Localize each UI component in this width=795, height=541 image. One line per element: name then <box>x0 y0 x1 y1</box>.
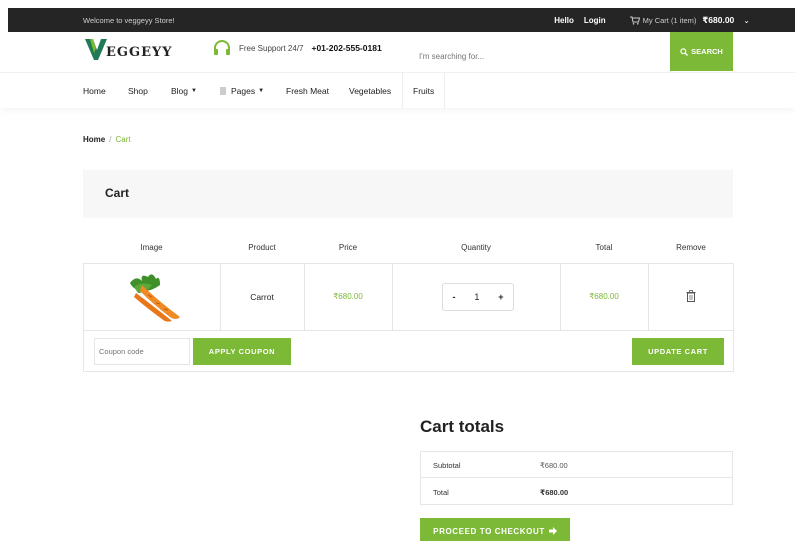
quantity-value[interactable]: 1 <box>474 292 479 302</box>
mini-cart-label: My Cart (1 item) <box>642 15 697 25</box>
logo-text: EGGEYY <box>106 45 173 60</box>
top-bar: Welcome to veggeyy Store! Hello Login My… <box>8 8 795 32</box>
total-label: Total <box>433 488 449 497</box>
caret-down-icon: ▼ <box>191 88 197 94</box>
nav-item-blog[interactable]: Blog ▼ <box>171 73 197 109</box>
subtotal-value: ₹680.00 <box>540 461 568 470</box>
nav-item-vegetables[interactable]: Vegetables <box>349 73 391 109</box>
nav-label: Blog <box>171 86 189 96</box>
total-value: ₹680.00 <box>540 488 569 497</box>
apply-coupon-button[interactable]: APPLY COUPON <box>193 338 291 365</box>
cart-totals-table: Subtotal ₹680.00 Total ₹680.00 <box>420 451 733 505</box>
welcome-text: Welcome to veggeyy Store! <box>83 15 175 25</box>
column-header-product: Product <box>248 243 276 252</box>
nav-label: Shop <box>128 86 148 96</box>
support-block: Free Support 24/7 +01-202-555-0181 <box>213 40 382 56</box>
login-link[interactable]: Login <box>584 16 606 25</box>
search-button[interactable]: SEARCH <box>670 32 733 71</box>
column-header-price: Price <box>338 243 358 252</box>
support-text: Free Support 24/7 <box>239 43 304 53</box>
nav-divider <box>402 73 403 109</box>
arrow-right-icon <box>548 527 557 535</box>
cart-icon <box>629 16 640 25</box>
nav-item-fruits[interactable]: Fruits <box>413 73 434 109</box>
trash-icon[interactable] <box>686 290 696 302</box>
cart-totals-title: Cart totals <box>420 417 505 436</box>
column-header-image: Image <box>140 243 163 252</box>
breadcrumb-separator: / <box>109 135 112 144</box>
decrement-button[interactable]: - <box>452 292 455 302</box>
cell-divider <box>648 263 649 331</box>
column-header-quantity: Quantity <box>461 243 491 252</box>
column-header-total: Total <box>595 243 613 252</box>
logo[interactable]: EGGEYY <box>84 35 173 61</box>
nav-item-home[interactable]: Home <box>83 73 106 109</box>
search-icon <box>680 47 689 56</box>
subtotal-row: Subtotal ₹680.00 <box>421 452 732 478</box>
main-nav: Home Shop Blog ▼ Pages ▼ Fresh Meat Vegeta… <box>0 72 795 109</box>
total-row: Total ₹680.00 <box>421 479 732 505</box>
search-input[interactable] <box>405 40 670 72</box>
hello-link[interactable]: Hello <box>554 16 574 25</box>
product-name[interactable]: Carrot <box>220 292 304 302</box>
cart-title-box: Cart <box>83 170 733 218</box>
proceed-to-checkout-button[interactable]: PROCEED TO CHECKOUT <box>420 518 570 541</box>
update-cart-button[interactable]: UPDATE CART <box>632 338 724 365</box>
headset-icon <box>214 40 230 55</box>
line-total: ₹680.00 <box>589 292 619 301</box>
increment-button[interactable]: + <box>498 292 503 302</box>
quantity-stepper[interactable]: - 1 + <box>442 283 514 311</box>
nav-label: Vegetables <box>349 86 392 96</box>
carrot-product-image <box>130 274 180 322</box>
nav-item-fresh-meat[interactable]: Fresh Meat <box>286 73 329 109</box>
nav-label: Home <box>83 86 106 96</box>
nav-label: Pages <box>231 86 256 96</box>
coupon-code-input[interactable] <box>94 338 190 365</box>
column-header-remove: Remove <box>676 243 706 252</box>
nav-item-shop[interactable]: Shop <box>128 73 148 109</box>
logo-v-icon <box>85 39 107 60</box>
page-icon <box>220 87 226 95</box>
mini-cart-amount: ₹680.00 <box>702 14 735 25</box>
chevron-down-icon[interactable]: ⌄ <box>743 16 750 25</box>
mini-cart[interactable]: My Cart (1 item) ₹680.00 ⌄ <box>629 14 750 26</box>
breadcrumb: Home / Cart <box>83 135 131 144</box>
nav-label: Fruits <box>413 86 435 96</box>
page-title: Cart <box>105 186 130 200</box>
nav-label: Fresh Meat <box>286 86 329 96</box>
nav-divider <box>444 73 445 109</box>
checkout-label: PROCEED TO CHECKOUT <box>433 526 545 536</box>
cell-divider <box>392 263 393 331</box>
search-button-label: SEARCH <box>691 47 723 56</box>
breadcrumb-current: Cart <box>115 135 131 144</box>
nav-item-pages[interactable]: Pages ▼ <box>220 73 264 109</box>
breadcrumb-home[interactable]: Home <box>83 135 105 144</box>
support-phone: +01-202-555-0181 <box>311 43 382 53</box>
subtotal-label: Subtotal <box>433 461 461 470</box>
product-price: ₹680.00 <box>333 292 363 301</box>
caret-down-icon: ▼ <box>258 88 265 94</box>
